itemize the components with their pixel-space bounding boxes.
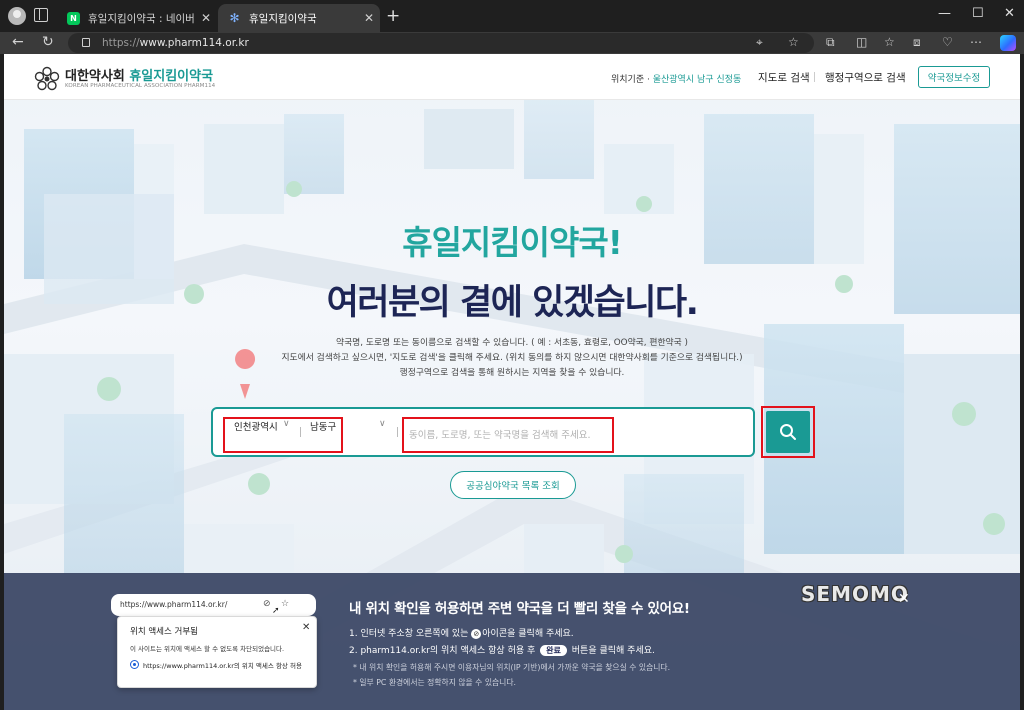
lock-icon[interactable] xyxy=(82,38,90,47)
banner-step-1: 1. 인터넷 주소창 오른쪽에 있는 ⊘ 아이콘을 클릭해 주세요. xyxy=(349,628,574,639)
banner-note: * 일부 PC 환경에서는 정확하지 않을 수 있습니다. xyxy=(353,678,516,687)
minimize-icon[interactable]: — xyxy=(938,6,951,21)
tab-actions-icon[interactable] xyxy=(34,8,48,22)
favorite-star-icon[interactable]: ☆ xyxy=(788,35,799,49)
done-badge: 완료 xyxy=(540,645,567,656)
browser-nav-bar: ← ↻ https://www.pharm114.or.kr ⌖ ☆ ⧉ ◫ ☆… xyxy=(0,32,1024,54)
address-bar[interactable]: https://www.pharm114.or.kr ⌖ ☆ xyxy=(68,33,814,53)
favorite-star-icon: ☆ xyxy=(281,599,290,609)
nav-map-search-link[interactable]: 지도로 검색 xyxy=(758,70,810,85)
popup-title: 위치 액세스 거부됨 xyxy=(130,627,198,637)
back-icon[interactable]: ← xyxy=(12,34,24,50)
location-basis: 위치기준 · 울산광역시 남구 신정동 xyxy=(611,75,742,85)
url-text[interactable]: https://www.pharm114.or.kr xyxy=(102,37,249,49)
pharmacy-icon: ✻ xyxy=(229,11,240,25)
tab-title: 휴일지킴이약국 : 네이버 검색 xyxy=(88,12,195,25)
browser-essentials-icon[interactable]: ♡ xyxy=(942,35,953,49)
tab-pharmacy[interactable]: ✻ 휴일지킴이약국 ✕ xyxy=(218,4,380,32)
site-logo-subtitle: KOREAN PHARMACEUTICAL ASSOCIATION PHARM1… xyxy=(65,83,216,89)
refresh-icon[interactable]: ↻ xyxy=(42,34,54,50)
more-menu-icon[interactable]: ⋯ xyxy=(970,35,982,49)
tab-title: 휴일지킴이약국 xyxy=(249,12,317,25)
close-icon: ✕ xyxy=(302,622,311,633)
hero-title-accent: 휴일지킴이약국! xyxy=(402,223,623,262)
close-icon[interactable]: ✕ xyxy=(195,11,217,25)
search-icon xyxy=(780,424,796,440)
search-button[interactable] xyxy=(766,411,810,453)
window-close-icon[interactable]: ✕ xyxy=(1004,6,1015,21)
hero-description-line: 행정구역으로 검색을 통해 원하시는 지역을 찾을 수 있습니다. xyxy=(399,368,625,378)
mock-permission-popup: 위치 액세스 거부됨 ✕ 이 사이트는 위치에 액세스 할 수 없도록 차단되었… xyxy=(117,616,317,688)
search-button-highlight xyxy=(761,406,815,458)
nav-area-search-link[interactable]: 행정구역으로 검색 xyxy=(825,70,906,85)
naver-icon: N xyxy=(67,11,80,25)
edit-pharmacy-info-button[interactable]: 약국정보수정 xyxy=(918,66,990,88)
banner-note: * 내 위치 확인을 허용해 주시면 이용자님의 위치(IP 기반)에서 가까운… xyxy=(353,663,671,672)
chevron-down-icon[interactable]: ∨ xyxy=(283,419,290,429)
select-divider xyxy=(300,427,301,437)
collections-icon[interactable]: ⧈ xyxy=(913,35,921,50)
location-blocked-icon: ⊘ xyxy=(263,599,271,609)
site-logo-text[interactable]: 대한약사회 휴일지킴이약국 xyxy=(65,65,213,84)
chevron-down-icon[interactable]: ∨ xyxy=(379,419,386,429)
popup-description: 이 사이트는 위치에 액세스 할 수 없도록 차단되었습니다. xyxy=(130,645,285,653)
search-input[interactable] xyxy=(402,417,614,453)
copilot-icon[interactable] xyxy=(1000,35,1016,51)
page-viewport: 대한약사회 휴일지킴이약국 KOREAN PHARMACEUTICAL ASSO… xyxy=(4,54,1020,710)
close-icon[interactable]: ✕ xyxy=(358,11,380,25)
banner-step-2: 2. pharm114.or.kr의 위치 액세스 항상 허용 후 완료 버튼을… xyxy=(349,645,655,656)
banner-title: 내 위치 확인을 허용하면 주변 약국을 더 빨리 찾을 수 있어요! xyxy=(349,601,690,617)
radio-icon xyxy=(130,660,139,669)
maximize-icon[interactable]: ☐ xyxy=(972,6,984,21)
cursor-icon: ➚ xyxy=(272,606,280,616)
banner-close-icon[interactable]: ✕ xyxy=(898,591,910,607)
watermark: SEMOMO xyxy=(801,582,909,606)
city-select[interactable]: 인천광역시 xyxy=(234,419,278,433)
district-select[interactable]: 남동구 xyxy=(310,419,336,433)
tab-naver-search[interactable]: N 휴일지킴이약국 : 네이버 검색 ✕ xyxy=(57,4,217,32)
night-pharmacy-list-button[interactable]: 공공심야약국 목록 조회 xyxy=(450,471,576,499)
mock-address-bar: https://www.pharm114.or.kr/ ⊘ ➚ ☆ xyxy=(111,594,316,616)
popup-option: https://www.pharm114.or.kr의 위치 액세스 항상 허용 xyxy=(143,662,302,670)
search-bar: 인천광역시 ∨ 남동구 ∨ xyxy=(211,407,755,457)
hero-title: 여러분의 곁에 있겠습니다. xyxy=(326,283,699,323)
browser-permission-illustration: https://www.pharm114.or.kr/ ⊘ ➚ ☆ 위치 액세스… xyxy=(111,594,317,692)
favorites-icon[interactable]: ☆ xyxy=(884,35,895,49)
location-blocked-icon: ⊘ xyxy=(471,628,482,639)
location-pin-icon[interactable]: ⌖ xyxy=(756,35,763,50)
hero-description-line: 약국명, 도로명 또는 동이름으로 검색할 수 있습니다. ( 예 : 서초동,… xyxy=(336,338,688,348)
location-permission-banner: https://www.pharm114.or.kr/ ⊘ ➚ ☆ 위치 액세스… xyxy=(4,573,1020,710)
browser-tab-bar: N 휴일지킴이약국 : 네이버 검색 ✕ ✻ 휴일지킴이약국 ✕ + — ☐ ✕ xyxy=(0,0,1024,32)
split-screen-icon[interactable]: ◫ xyxy=(856,35,867,49)
nav-divider xyxy=(814,72,815,82)
site-header: 대한약사회 휴일지킴이약국 KOREAN PHARMACEUTICAL ASSO… xyxy=(4,54,1020,100)
association-logo-icon[interactable] xyxy=(34,66,60,92)
profile-avatar-icon[interactable] xyxy=(8,7,26,25)
mock-url: https://www.pharm114.or.kr/ xyxy=(120,600,228,609)
select-divider xyxy=(397,427,398,437)
new-tab-icon[interactable]: + xyxy=(386,6,400,26)
hero-description-line: 지도에서 검색하고 싶으시면, '지도로 검색'을 클릭해 주세요. (위치 동… xyxy=(281,353,743,363)
extensions-icon[interactable]: ⧉ xyxy=(826,35,835,50)
